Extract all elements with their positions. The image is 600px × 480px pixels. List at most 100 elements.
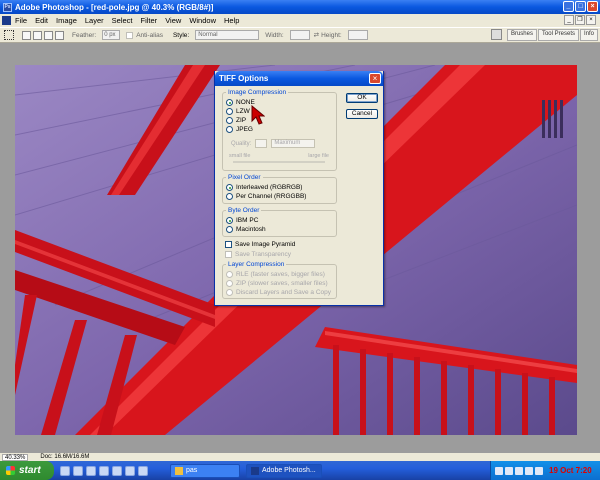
radio-lzw[interactable] bbox=[226, 108, 233, 115]
folder-icon bbox=[175, 466, 183, 475]
radio-per-channel[interactable] bbox=[226, 193, 233, 200]
tray-icon-1[interactable] bbox=[495, 466, 503, 475]
radio-none[interactable] bbox=[226, 99, 233, 106]
save-pyramid-label: Save Image Pyramid bbox=[235, 241, 296, 248]
menu-filter[interactable]: Filter bbox=[141, 16, 158, 25]
cancel-button[interactable]: Cancel bbox=[346, 109, 378, 119]
window-titlebar[interactable]: Ps Adobe Photoshop - [red-pole.jpg @ 40.… bbox=[0, 0, 600, 14]
marquee-tool-icon[interactable] bbox=[4, 30, 14, 40]
quality-input[interactable] bbox=[255, 139, 268, 148]
tab-brushes[interactable]: Brushes bbox=[506, 29, 537, 41]
quicklaunch-icon-3[interactable] bbox=[86, 465, 96, 476]
save-transparency-label: Save Transparency bbox=[235, 251, 292, 258]
large-file-label: large file bbox=[308, 153, 329, 159]
discard-layers-option[interactable]: Discard Layers and Save a Copy bbox=[226, 289, 331, 296]
menu-layer[interactable]: Layer bbox=[85, 16, 104, 25]
feather-input[interactable]: 0 px bbox=[102, 30, 121, 40]
quicklaunch-icon-5[interactable] bbox=[112, 465, 122, 476]
start-label: start bbox=[19, 465, 41, 476]
tab-info[interactable]: Info bbox=[579, 29, 598, 41]
radio-interleaved[interactable] bbox=[226, 184, 233, 191]
document-icon[interactable] bbox=[2, 16, 11, 25]
clock[interactable]: 19 Oct 7:20 bbox=[549, 466, 592, 475]
start-button[interactable]: start bbox=[0, 461, 54, 480]
close-button[interactable]: × bbox=[587, 1, 598, 12]
quicklaunch-icon-7[interactable] bbox=[138, 465, 148, 476]
quicklaunch-icon-4[interactable] bbox=[99, 465, 109, 476]
menu-bar: File Edit Image Layer Select Filter View… bbox=[0, 14, 600, 27]
per-channel-option[interactable]: Per Channel (RRGGBB) bbox=[226, 193, 306, 200]
width-input[interactable] bbox=[289, 30, 310, 40]
compression-jpeg-option[interactable]: JPEG bbox=[226, 126, 253, 133]
doc-size[interactable]: Doc: 16.6M/16.6M bbox=[40, 454, 89, 460]
quick-launch bbox=[60, 465, 148, 476]
save-transparency-checkbox[interactable] bbox=[225, 251, 232, 258]
radio-rle[interactable] bbox=[226, 271, 233, 278]
tiff-options-dialog: TIFF Options × OK Cancel Image Compressi… bbox=[214, 71, 384, 306]
swap-icon[interactable]: ⇄ bbox=[314, 31, 319, 39]
tray-icon-3[interactable] bbox=[515, 466, 523, 475]
doc-minimize-button[interactable]: _ bbox=[564, 15, 574, 25]
quality-slider[interactable] bbox=[233, 161, 325, 163]
menu-edit[interactable]: Edit bbox=[35, 16, 48, 25]
doc-close-button[interactable]: × bbox=[586, 15, 596, 25]
image-compression-legend: Image Compression bbox=[228, 89, 287, 96]
subtract-selection-icon[interactable] bbox=[44, 30, 53, 40]
quicklaunch-icon-2[interactable] bbox=[73, 465, 83, 476]
height-label: Height: bbox=[321, 31, 342, 39]
radio-zip[interactable] bbox=[226, 117, 233, 124]
tab-tool-presets[interactable]: Tool Presets bbox=[537, 29, 579, 41]
taskbar: start pas Adobe Photosh... 19 Oct 7:20 bbox=[0, 461, 600, 480]
save-pyramid-checkbox[interactable] bbox=[225, 241, 232, 248]
quality-label: Quality: bbox=[231, 140, 252, 147]
ok-button[interactable]: OK bbox=[346, 93, 378, 103]
zoom-level[interactable]: 40.33% bbox=[2, 453, 29, 461]
radio-layer-zip[interactable] bbox=[226, 280, 233, 287]
palette-well-icon[interactable] bbox=[490, 29, 502, 40]
radio-macintosh[interactable] bbox=[226, 226, 233, 233]
radio-discard-layers[interactable] bbox=[226, 289, 233, 296]
style-select[interactable]: Normal bbox=[195, 30, 260, 40]
height-input[interactable] bbox=[347, 30, 368, 40]
task-button-photoshop[interactable]: Adobe Photosh... bbox=[246, 463, 322, 478]
quicklaunch-icon-1[interactable] bbox=[60, 465, 70, 476]
maximize-button[interactable]: □ bbox=[575, 1, 586, 12]
rle-option[interactable]: RLE (faster saves, bigger files) bbox=[226, 271, 325, 278]
radio-ibm-pc[interactable] bbox=[226, 217, 233, 224]
menu-view[interactable]: View bbox=[165, 16, 181, 25]
doc-restore-button[interactable]: ❐ bbox=[575, 15, 585, 25]
menu-window[interactable]: Window bbox=[189, 16, 216, 25]
menu-help[interactable]: Help bbox=[224, 16, 239, 25]
layer-zip-option[interactable]: ZIP (slower saves, smaller files) bbox=[226, 280, 328, 287]
discard-layers-label: Discard Layers and Save a Copy bbox=[236, 289, 332, 296]
radio-jpeg[interactable] bbox=[226, 126, 233, 133]
dialog-close-button[interactable]: × bbox=[369, 73, 381, 84]
ibm-pc-option[interactable]: IBM PC bbox=[226, 217, 258, 224]
add-selection-icon[interactable] bbox=[33, 30, 42, 40]
pixel-order-legend: Pixel Order bbox=[228, 174, 261, 181]
tray-icon-5[interactable] bbox=[535, 466, 543, 475]
menu-image[interactable]: Image bbox=[56, 16, 77, 25]
antialias-checkbox[interactable] bbox=[126, 31, 134, 39]
quality-select[interactable]: Maximum bbox=[271, 139, 316, 148]
minimize-button[interactable]: _ bbox=[563, 1, 574, 12]
compression-lzw-option[interactable]: LZW bbox=[226, 108, 250, 115]
compression-zip-option[interactable]: ZIP bbox=[226, 117, 246, 124]
menu-select[interactable]: Select bbox=[112, 16, 133, 25]
task-button-pas[interactable]: pas bbox=[170, 463, 240, 478]
task-label-photoshop: Adobe Photosh... bbox=[262, 467, 316, 474]
new-selection-icon[interactable] bbox=[22, 30, 31, 40]
interleaved-option[interactable]: Interleaved (RGBRGB) bbox=[226, 184, 302, 191]
macintosh-option[interactable]: Macintosh bbox=[226, 226, 266, 233]
tray-icon-2[interactable] bbox=[505, 466, 513, 475]
style-label: Style: bbox=[172, 31, 190, 39]
menu-file[interactable]: File bbox=[15, 16, 27, 25]
photoshop-app-icon: Ps bbox=[3, 2, 12, 12]
dialog-titlebar[interactable]: TIFF Options bbox=[215, 71, 383, 86]
save-pyramid-option[interactable]: Save Image Pyramid bbox=[225, 241, 295, 248]
quicklaunch-icon-6[interactable] bbox=[125, 465, 135, 476]
intersect-selection-icon[interactable] bbox=[55, 30, 64, 40]
width-label: Width: bbox=[265, 31, 284, 39]
save-transparency-option[interactable]: Save Transparency bbox=[225, 251, 291, 258]
tray-icon-4[interactable] bbox=[525, 466, 533, 475]
